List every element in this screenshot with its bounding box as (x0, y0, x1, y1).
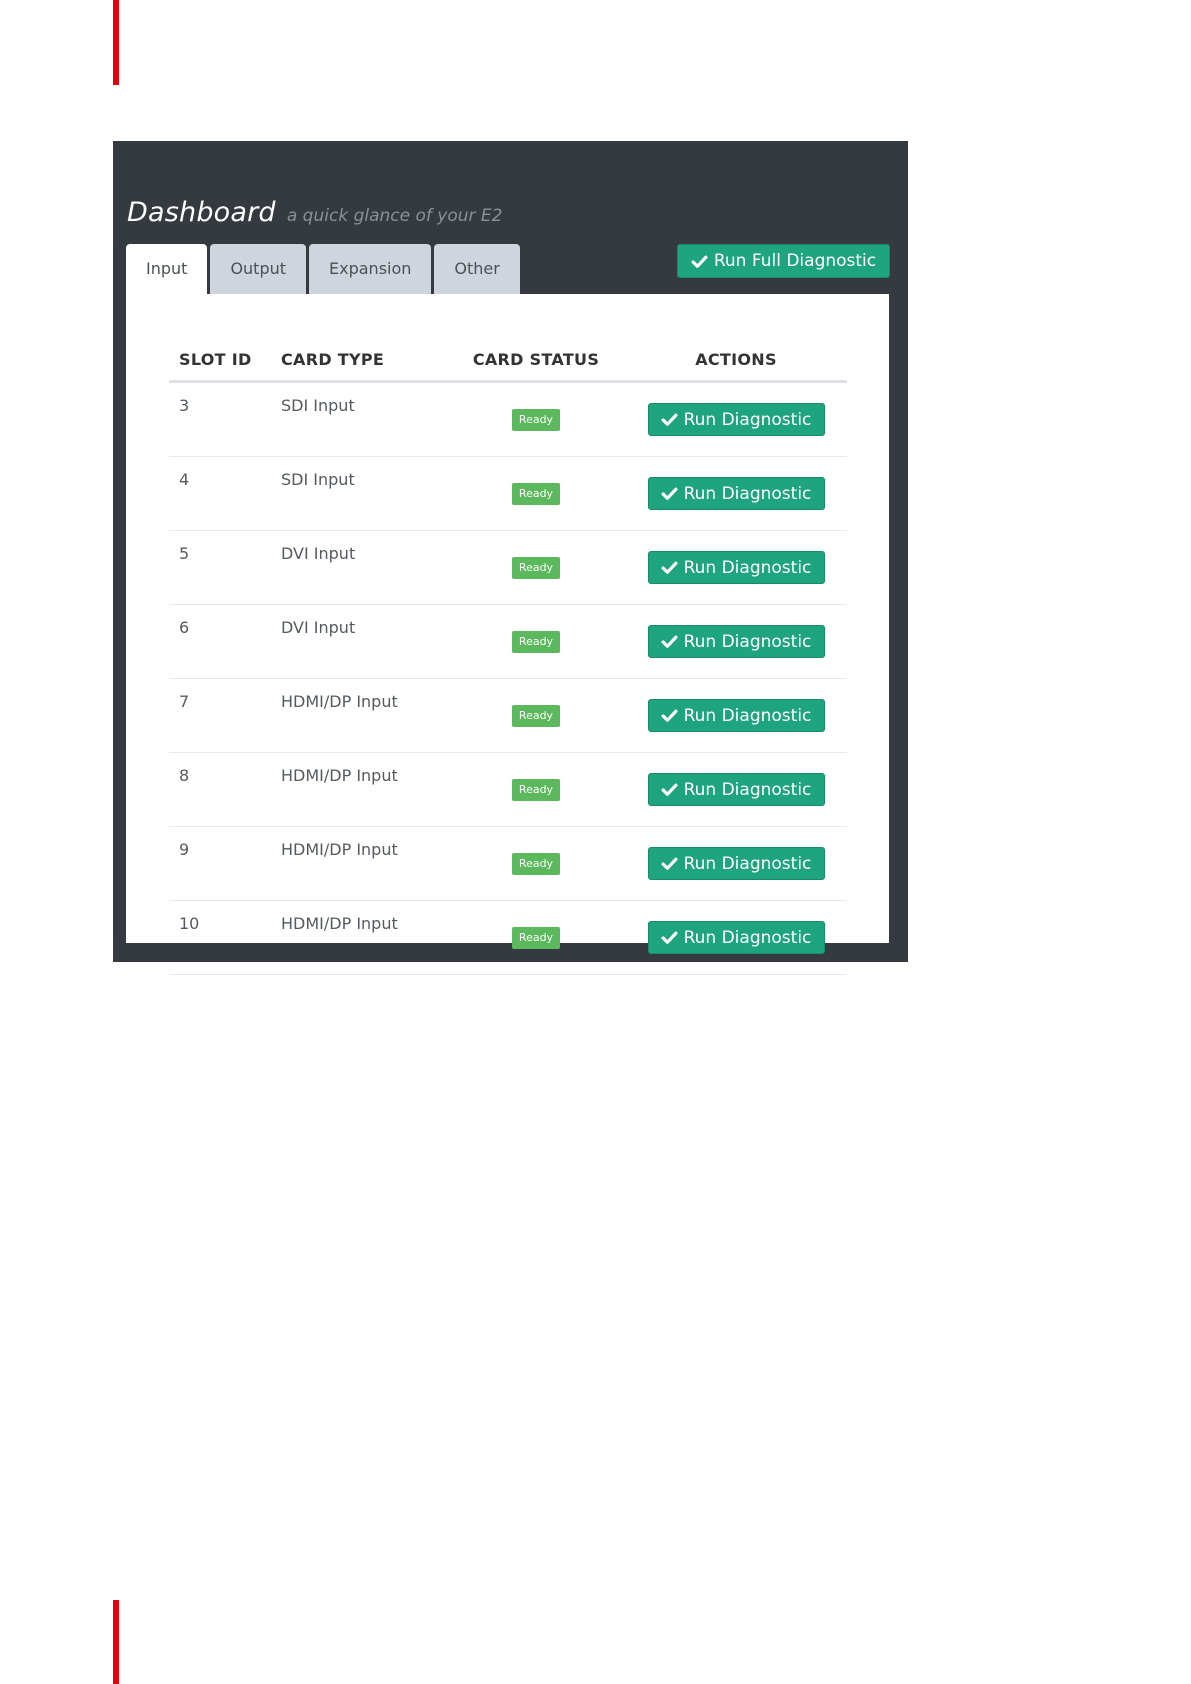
card-type-cell: HDMI/DP Input (271, 826, 447, 901)
header-slot-id: SLOT ID (169, 338, 271, 383)
status-badge: Ready (511, 705, 561, 727)
run-diagnostic-button[interactable]: Run Diagnostic (647, 847, 825, 880)
table-header-row: SLOT ID CARD TYPE CARD STATUS ACTIONS (169, 338, 847, 383)
tab-expansion[interactable]: Expansion (309, 244, 432, 294)
check-icon (661, 635, 678, 648)
status-badge: Ready (511, 631, 561, 653)
run-diagnostic-button[interactable]: Run Diagnostic (647, 477, 825, 510)
run-diagnostic-label: Run Diagnostic (683, 631, 812, 652)
table-row: 10 HDMI/DP Input Ready Run Diagnostic (169, 900, 847, 975)
tab-bar: Input Output Expansion Other (126, 244, 520, 295)
header-actions: ACTIONS (625, 338, 847, 383)
card-type-cell: HDMI/DP Input (271, 678, 447, 753)
run-diagnostic-label: Run Diagnostic (683, 853, 812, 874)
document-page: Dashboard a quick glance of your E2 Inpu… (0, 0, 1191, 1684)
check-icon (661, 487, 678, 500)
slot-id-cell: 6 (169, 604, 271, 679)
card-type-cell: HDMI/DP Input (271, 900, 447, 975)
check-icon (691, 255, 708, 268)
run-diagnostic-button[interactable]: Run Diagnostic (647, 551, 825, 584)
dashboard-header: Dashboard a quick glance of your E2 (127, 197, 502, 228)
table-row: 6 DVI Input Ready Run Diagnostic (169, 604, 847, 679)
run-diagnostic-label: Run Diagnostic (683, 779, 812, 800)
card-type-cell: SDI Input (271, 456, 447, 531)
table-row: 7 HDMI/DP Input Ready Run Diagnostic (169, 678, 847, 753)
slot-id-cell: 4 (169, 456, 271, 531)
run-diagnostic-button[interactable]: Run Diagnostic (647, 773, 825, 806)
slot-id-cell: 8 (169, 752, 271, 827)
card-type-cell: SDI Input (271, 381, 447, 457)
run-diagnostic-button[interactable]: Run Diagnostic (647, 403, 825, 436)
table-row: 9 HDMI/DP Input Ready Run Diagnostic (169, 826, 847, 901)
table-row: 5 DVI Input Ready Run Diagnostic (169, 530, 847, 605)
slot-id-cell: 3 (169, 381, 271, 457)
check-icon (661, 413, 678, 426)
card-type-cell: DVI Input (271, 604, 447, 679)
status-badge: Ready (511, 779, 561, 801)
run-diagnostic-label: Run Diagnostic (683, 409, 812, 430)
slot-id-cell: 7 (169, 678, 271, 753)
run-diagnostic-button[interactable]: Run Diagnostic (647, 699, 825, 732)
run-full-diagnostic-button[interactable]: Run Full Diagnostic (677, 244, 890, 278)
status-badge: Ready (511, 409, 561, 431)
run-diagnostic-button[interactable]: Run Diagnostic (647, 625, 825, 658)
check-icon (661, 709, 678, 722)
run-diagnostic-label: Run Diagnostic (683, 705, 812, 726)
header-card-type: CARD TYPE (271, 338, 447, 383)
run-diagnostic-label: Run Diagnostic (683, 557, 812, 578)
page-title: Dashboard (127, 197, 276, 228)
page-marker-top (113, 0, 119, 85)
table-row: 3 SDI Input Ready Run Diagnostic (169, 381, 847, 457)
table-row: 8 HDMI/DP Input Ready Run Diagnostic (169, 752, 847, 827)
check-icon (661, 783, 678, 796)
slot-id-cell: 9 (169, 826, 271, 901)
tab-input[interactable]: Input (126, 244, 208, 295)
run-full-diagnostic-label: Run Full Diagnostic (713, 251, 877, 271)
dashboard-panel: Dashboard a quick glance of your E2 Inpu… (113, 141, 908, 975)
status-badge: Ready (511, 853, 561, 875)
status-badge: Ready (511, 557, 561, 579)
run-diagnostic-button[interactable]: Run Diagnostic (647, 921, 825, 954)
slot-id-cell: 5 (169, 530, 271, 605)
card-type-cell: HDMI/DP Input (271, 752, 447, 827)
run-diagnostic-label: Run Diagnostic (683, 483, 812, 504)
page-subtitle: a quick glance of your E2 (286, 206, 503, 226)
check-icon (661, 931, 678, 944)
slot-id-cell: 10 (169, 900, 271, 975)
header-card-status: CARD STATUS (447, 338, 625, 383)
run-diagnostic-label: Run Diagnostic (683, 927, 812, 948)
check-icon (661, 857, 678, 870)
card-table: SLOT ID CARD TYPE CARD STATUS ACTIONS 3 … (169, 338, 847, 975)
status-badge: Ready (511, 927, 561, 949)
tab-other[interactable]: Other (434, 244, 520, 294)
table-row: 4 SDI Input Ready Run Diagnostic (169, 456, 847, 531)
check-icon (661, 561, 678, 574)
tab-content: SLOT ID CARD TYPE CARD STATUS ACTIONS 3 … (126, 294, 889, 975)
status-badge: Ready (511, 483, 561, 505)
page-marker-bottom (113, 1600, 119, 1684)
tab-output[interactable]: Output (210, 244, 307, 294)
card-type-cell: DVI Input (271, 530, 447, 605)
